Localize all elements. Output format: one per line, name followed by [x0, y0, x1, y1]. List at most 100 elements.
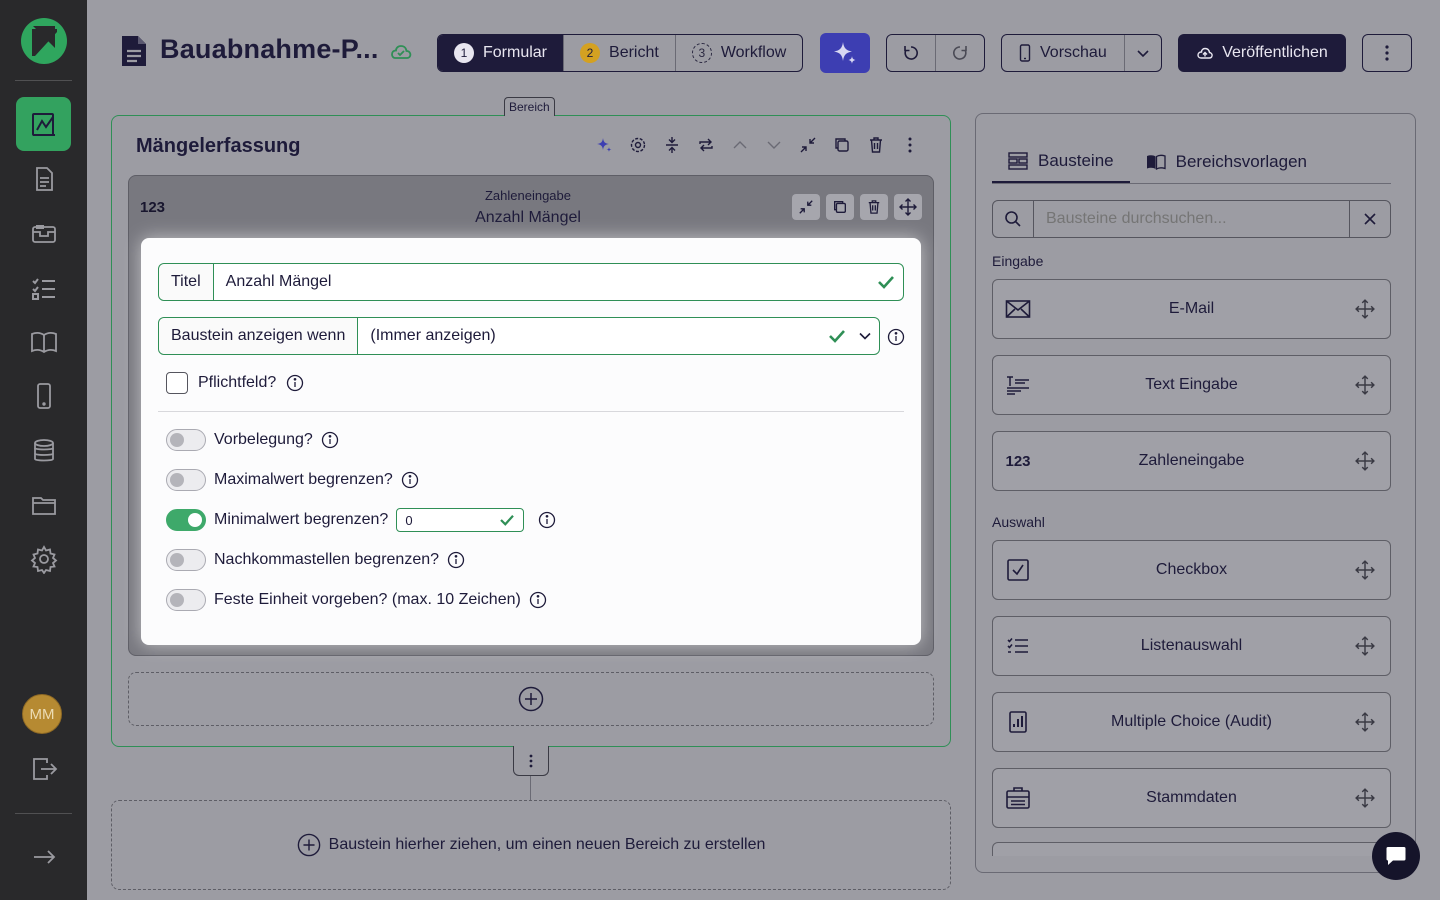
minimize-icon — [800, 137, 816, 153]
move-icon[interactable] — [1340, 560, 1390, 580]
redo-button[interactable] — [936, 35, 984, 71]
fixed-unit-switch[interactable] — [166, 589, 206, 611]
block-item-multiple-choice[interactable]: Multiple Choice (Audit) — [992, 692, 1391, 752]
step-label: Formular — [483, 44, 548, 61]
section-duplicate-button[interactable] — [825, 133, 859, 157]
toggle-label: Maximalwert begrenzen? — [214, 471, 393, 488]
drop-zone-label: Baustein hierher ziehen, um einen neuen … — [328, 836, 766, 853]
move-icon[interactable] — [1340, 636, 1390, 656]
ai-assistant-button[interactable] — [820, 33, 870, 73]
toggle-fixed-unit: Feste Einheit vorgeben? (max. 10 Zeichen… — [166, 588, 547, 612]
move-icon — [899, 198, 917, 216]
block-toolbar — [792, 194, 922, 220]
block-item-master-data[interactable]: Stammdaten — [992, 768, 1391, 828]
info-icon[interactable] — [401, 471, 419, 489]
step-bericht[interactable]: 2 Bericht — [564, 35, 676, 71]
report-icon — [35, 167, 53, 191]
move-icon[interactable] — [1340, 299, 1390, 319]
sidebar-item-checklists[interactable] — [16, 261, 71, 315]
block-item-list-select[interactable]: Listenauswahl — [992, 616, 1391, 676]
preview-button[interactable]: Vorschau — [1002, 35, 1125, 71]
required-checkbox[interactable] — [166, 372, 188, 394]
default-value-switch[interactable] — [166, 429, 206, 451]
section-options-button[interactable] — [513, 746, 549, 776]
more-options-button[interactable] — [1362, 34, 1412, 72]
block-drag-handle[interactable] — [894, 194, 922, 220]
block-item-number-input[interactable]: 123 Zahleneingabe — [992, 431, 1391, 491]
min-value-switch[interactable] — [166, 509, 206, 531]
min-value-input[interactable]: 0 — [396, 508, 525, 532]
step-number: 1 — [454, 43, 474, 63]
info-icon[interactable] — [447, 551, 465, 569]
info-icon[interactable] — [538, 511, 556, 529]
section-collapse-button[interactable] — [655, 133, 689, 157]
block-minimize-button[interactable] — [792, 194, 820, 220]
section-more-button[interactable] — [893, 133, 927, 157]
sidebar-item-docs[interactable] — [16, 315, 71, 369]
section-ai-button[interactable] — [587, 133, 621, 157]
block-name: Anzahl Mängel — [475, 209, 581, 226]
clear-search-button[interactable] — [1349, 201, 1390, 237]
sidebar-item-files[interactable] — [16, 478, 71, 532]
logout-button[interactable] — [16, 742, 71, 796]
new-section-drop-zone[interactable]: Baustein hierher ziehen, um einen neuen … — [111, 800, 951, 890]
sidebar: MM — [0, 0, 87, 900]
user-avatar[interactable]: MM — [22, 694, 62, 734]
sidebar-item-form-editor[interactable] — [16, 97, 71, 151]
block-search-input[interactable] — [1034, 210, 1349, 228]
section-move-up-button[interactable] — [723, 133, 757, 157]
condition-select[interactable]: (Immer anzeigen) — [358, 327, 823, 345]
block-item-email[interactable]: E-Mail — [992, 279, 1391, 339]
logout-icon — [32, 758, 57, 780]
undo-icon — [904, 46, 918, 60]
section-title[interactable]: Mängelerfassung — [136, 135, 300, 158]
sidebar-item-settings[interactable] — [16, 532, 71, 586]
undo-button[interactable] — [887, 35, 936, 71]
form-title[interactable]: Bauabnahme-P... — [160, 34, 379, 65]
tab-bereichsvorlagen[interactable]: Bereichsvorlagen — [1130, 140, 1323, 183]
publish-button[interactable]: Veröffentlichen — [1178, 34, 1346, 72]
tab-bausteine[interactable]: Bausteine — [992, 140, 1130, 183]
preview-label: Vorschau — [1040, 44, 1107, 61]
block-item-text-input[interactable]: Text Eingabe — [992, 355, 1391, 415]
plus-circle-icon — [297, 833, 320, 857]
move-icon[interactable] — [1340, 375, 1390, 395]
info-icon[interactable] — [887, 328, 905, 346]
max-value-switch[interactable] — [166, 469, 206, 491]
sidebar-item-inbox[interactable] — [16, 207, 71, 261]
add-block-button[interactable] — [128, 672, 934, 726]
copy-icon — [835, 138, 849, 152]
step-workflow[interactable]: 3 Workflow — [676, 35, 802, 71]
section-delete-button[interactable] — [859, 133, 893, 157]
move-icon[interactable] — [1340, 788, 1390, 808]
section-move-down-button[interactable] — [757, 133, 791, 157]
info-icon[interactable] — [321, 431, 339, 449]
info-icon[interactable] — [529, 591, 547, 609]
chevron-down-icon[interactable] — [851, 332, 879, 340]
cloud-saved-icon — [391, 45, 412, 59]
decimals-switch[interactable] — [166, 549, 206, 571]
chat-support-button[interactable] — [1372, 832, 1420, 880]
preview-options-toggle[interactable] — [1125, 48, 1161, 58]
block-delete-button[interactable] — [860, 194, 888, 220]
mobile-icon — [1019, 44, 1031, 62]
step-formular[interactable]: 1 Formular — [438, 35, 565, 71]
section-repeat-button[interactable] — [689, 133, 723, 157]
block-item-label: Checkbox — [1155, 561, 1228, 578]
info-icon[interactable] — [286, 374, 304, 392]
app-logo[interactable] — [21, 18, 67, 64]
expand-sidebar-button[interactable] — [16, 830, 71, 884]
sidebar-item-reports[interactable] — [16, 152, 71, 206]
kebab-menu-icon — [1385, 45, 1389, 61]
section-settings-button[interactable] — [621, 133, 655, 157]
section-minimize-button[interactable] — [791, 133, 825, 157]
repeat-icon — [699, 138, 713, 152]
sidebar-item-database[interactable] — [16, 424, 71, 478]
move-icon[interactable] — [1340, 712, 1390, 732]
title-input[interactable]: Anzahl Mängel — [214, 273, 869, 291]
sidebar-item-mobile[interactable] — [16, 369, 71, 423]
move-icon[interactable] — [1340, 451, 1390, 471]
toggle-default-value: Vorbelegung? — [166, 428, 339, 452]
block-item-checkbox[interactable]: Checkbox — [992, 540, 1391, 600]
block-duplicate-button[interactable] — [826, 194, 854, 220]
